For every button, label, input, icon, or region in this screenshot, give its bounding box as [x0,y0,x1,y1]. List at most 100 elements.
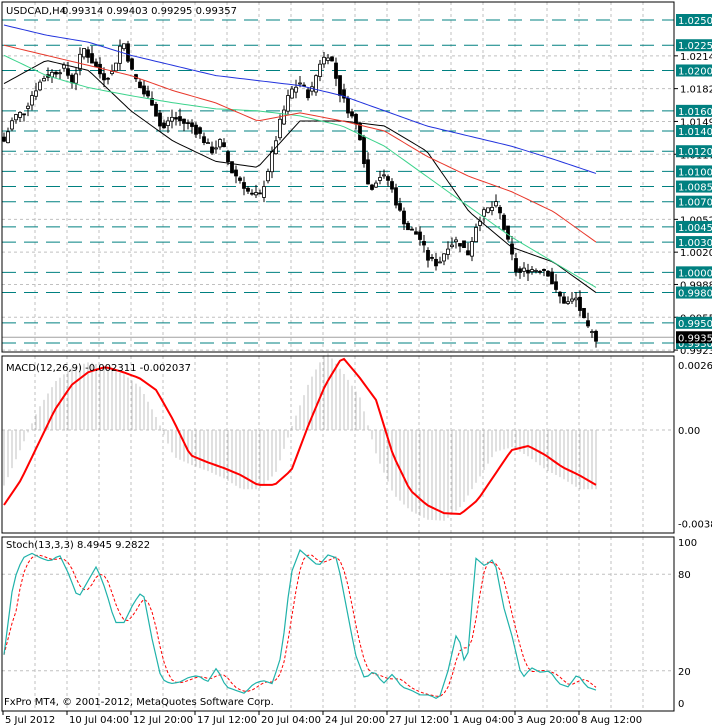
candle [486,207,490,214]
candle [462,240,466,248]
candle [110,64,114,76]
candle [382,169,386,179]
candle [138,78,142,89]
svg-text:1.00700: 1.00700 [678,198,712,209]
candle [454,236,458,249]
candle [590,329,594,338]
candle [518,266,522,279]
candle [478,216,482,232]
price-tick-label: 1.00200 [680,248,712,259]
svg-text:1.02000: 1.02000 [678,66,712,77]
time-tick-label: 5 Jul 2012 [5,715,55,726]
candle [186,119,190,130]
candle [318,59,322,82]
panel-frame [1,536,675,712]
price-panel[interactable] [2,19,674,348]
candle [354,113,358,130]
candle [350,108,354,119]
ma-black [3,60,597,293]
macd-tick-label: -0.00382 [678,520,712,531]
stoch-panel[interactable] [3,549,597,700]
svg-text:1.00450: 1.00450 [678,223,712,234]
candle [570,292,574,304]
time-tick-label: 12 Jul 20:00 [133,715,193,726]
svg-text:0.99500: 0.99500 [678,319,712,330]
candle [34,82,38,100]
candle [502,213,506,233]
time-tick-label: 1 Aug 04:00 [453,715,514,726]
svg-text:1.02250: 1.02250 [678,41,712,52]
candle [202,132,206,146]
candle [222,138,226,148]
candle [414,227,418,235]
candle [14,113,18,124]
time-tick-label: 27 Jul 12:00 [389,715,449,726]
level-label: 1.00450 [676,220,712,234]
candle [366,152,370,185]
candle [334,57,338,87]
candle [458,243,462,253]
stoch-tick-label: 0 [678,699,684,710]
svg-text:1.00850: 1.00850 [678,183,712,194]
macd-panel[interactable] [3,353,597,521]
candle [234,165,238,184]
candle [426,247,430,268]
candle [86,46,90,63]
level-label: 1.00000 [676,266,712,279]
panel-frame [1,355,675,534]
candle [538,269,542,275]
candle [274,136,278,155]
candle [442,253,446,266]
candle [342,83,346,103]
candle [30,91,34,111]
candle [206,138,210,145]
candle [70,73,74,89]
candle [114,62,118,72]
candle [546,269,550,277]
candle [26,102,30,117]
candle [294,79,298,99]
svg-text:1.01600: 1.01600 [678,107,712,118]
candle [434,252,438,271]
candle [558,291,562,304]
candle [530,266,534,275]
chart-window[interactable]: 1.021451.018201.014951.011701.005251.002… [0,0,712,726]
candle [430,254,434,262]
candle [50,69,54,83]
svg-text:1.01200: 1.01200 [678,147,712,158]
stoch-tick-label: 20 [678,667,691,678]
candle [374,180,378,188]
candle [78,47,82,76]
level-label: 1.01600 [676,104,712,118]
candle [422,235,426,253]
level-label: 0.99500 [676,316,712,330]
svg-text:1.01400: 1.01400 [678,127,712,138]
candle [446,241,450,260]
time-tick-label: 20 Jul 04:00 [261,715,321,726]
candle [142,80,146,97]
candle [6,127,10,144]
level-label: 0.99800 [676,286,712,300]
stoch-tick-label: 100 [678,538,697,549]
candle [238,176,242,184]
candle [18,111,22,122]
level-label: 1.01200 [676,145,712,158]
candle [262,180,266,203]
candle [146,85,150,99]
candle [166,116,170,133]
candle [266,168,270,184]
candle [498,204,502,220]
level-label: 1.01000 [676,165,712,178]
candle [286,89,290,116]
candle [550,267,554,285]
candle [562,293,566,304]
svg-text:0.99800: 0.99800 [678,289,712,300]
svg-text:1.01000: 1.01000 [678,167,712,178]
candle [94,58,98,68]
candle [42,75,46,82]
candle [126,40,130,64]
time-tick-label: 24 Jul 20:00 [325,715,385,726]
candle [122,43,126,51]
candle [470,236,474,262]
level-label: 1.00700 [676,195,712,209]
